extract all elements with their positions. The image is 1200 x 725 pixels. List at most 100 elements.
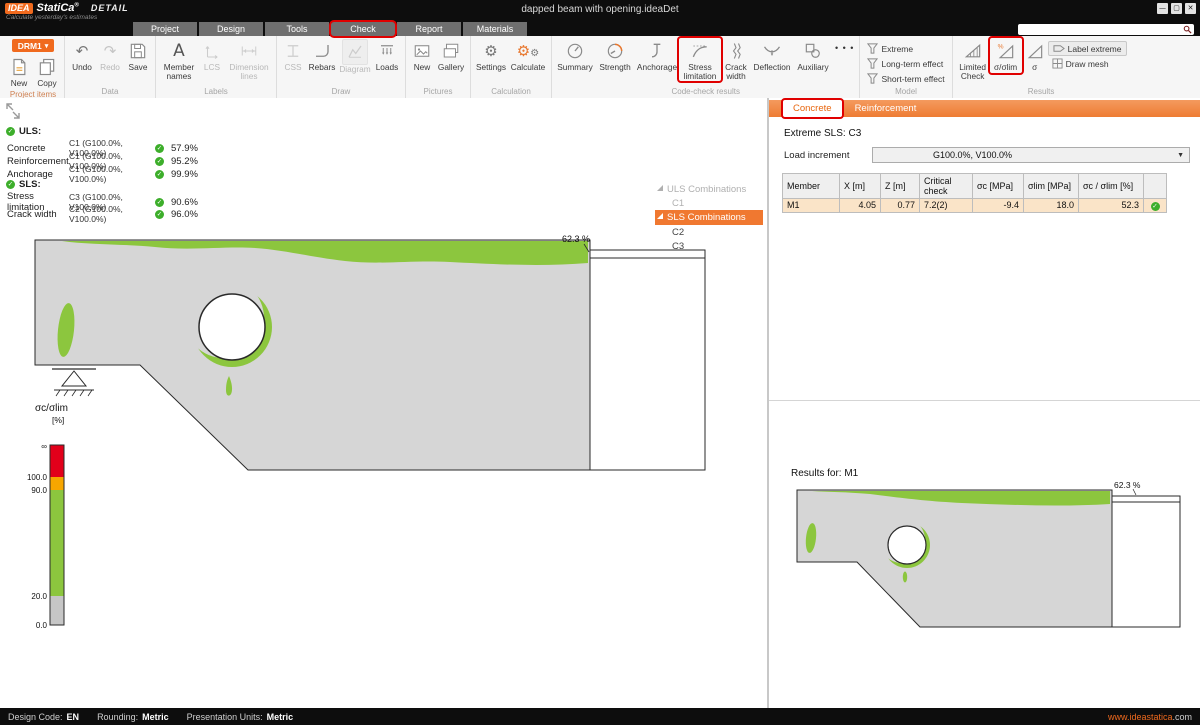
presentation-units-status: Presentation Units:Metric (187, 712, 294, 722)
model-canvas[interactable]: ULS: Concrete C1 (G100.0%, V100.0%) 57.9… (0, 98, 767, 708)
ribbon-group-data: ↶ Undo ↷ Redo Save Data (65, 36, 156, 98)
member-names-button[interactable]: A Member names (159, 38, 199, 81)
short-term-icon (867, 73, 878, 84)
tab-concrete[interactable]: Concrete (783, 100, 842, 117)
panel-divider[interactable] (769, 400, 1200, 401)
legend-title: σc/σlim (35, 403, 68, 414)
loads-icon (377, 42, 397, 60)
col-critical-check[interactable]: Critical check (920, 174, 973, 199)
tab-design[interactable]: Design (199, 22, 263, 36)
design-code-status: Design Code:EN (8, 712, 79, 722)
copy-project-item-button[interactable]: Copy (33, 54, 61, 89)
strength-button[interactable]: Strength (595, 38, 635, 73)
end-block (590, 250, 705, 470)
limited-check-button[interactable]: Limited Check (956, 38, 990, 81)
tab-project[interactable]: Project (133, 22, 197, 36)
search-icon[interactable] (1183, 25, 1192, 34)
search-box (1018, 24, 1194, 35)
beam-drawing[interactable]: 62.3 % σc/σlim [%] ∞ 100.0 90.0 20.0 0.0 (0, 98, 767, 708)
lcs-button[interactable]: LCS (199, 38, 225, 73)
ribbon-group-results: Limited Check % σ/σlim σ Label extreme D… (953, 36, 1130, 98)
expander-icon[interactable] (657, 185, 663, 191)
cell-ratio: 52.3 (1079, 199, 1144, 213)
group-label-results: Results (956, 86, 1127, 98)
new-project-item-button[interactable]: New (5, 54, 33, 89)
save-button[interactable]: Save (124, 38, 152, 73)
group-label-labels: Labels (159, 86, 273, 98)
extreme-filter-icon (867, 43, 878, 54)
col-sigma-lim[interactable]: σlim [MPa] (1024, 174, 1079, 199)
sigma-ratio-icon: % (996, 41, 1016, 61)
limited-check-icon (963, 41, 983, 61)
cell-sigma-lim: 18.0 (1024, 199, 1079, 213)
loads-button[interactable]: Loads (372, 38, 402, 73)
summary-button[interactable]: Summary (555, 38, 595, 73)
tab-check[interactable]: Check (331, 22, 395, 36)
copy-icon (37, 57, 57, 77)
css-button[interactable]: CSS (280, 38, 306, 73)
diagram-button[interactable]: Diagram (338, 38, 372, 75)
col-x[interactable]: X [m] (840, 174, 881, 199)
rebars-button[interactable]: Rebars (306, 38, 338, 73)
stress-limitation-icon (690, 41, 710, 61)
ribbon-group-labels: A Member names LCS Dimension lines Label… (156, 36, 277, 98)
title-bar: IDEA StatiCa® DETAIL Calculate yesterday… (0, 0, 1200, 22)
tree-item-uls-combinations[interactable]: ULS Combinations (655, 182, 763, 196)
undo-button[interactable]: ↶ Undo (68, 38, 96, 73)
settings-button[interactable]: ⚙ Settings (474, 38, 508, 73)
extreme-value-label-small: 62.3 % (1114, 480, 1141, 490)
expander-icon[interactable] (657, 213, 663, 219)
document-title: dapped beam with opening.ideaDet (0, 4, 1200, 15)
search-input[interactable] (1018, 25, 1183, 34)
tab-materials[interactable]: Materials (463, 22, 527, 36)
member-preview-drawing[interactable]: 62.3 % (769, 478, 1200, 634)
deflection-button[interactable]: Deflection (751, 38, 793, 73)
new-picture-button[interactable]: New (409, 38, 435, 73)
main-area: ULS: Concrete C1 (G100.0%, V100.0%) 57.9… (0, 98, 1200, 708)
maximize-icon[interactable]: ▢ (1171, 3, 1182, 14)
tab-reinforcement[interactable]: Reinforcement (845, 100, 927, 117)
stress-limitation-button[interactable]: Stress limitation (679, 38, 721, 81)
redo-button[interactable]: ↷ Redo (96, 38, 124, 73)
col-member[interactable]: Member (783, 174, 840, 199)
group-label-pictures: Pictures (409, 86, 467, 98)
website-link[interactable]: www.ideastatica.com (1108, 712, 1192, 722)
gallery-button[interactable]: Gallery (435, 38, 467, 73)
extreme-toggle[interactable]: Extreme (863, 41, 948, 56)
draw-mesh-toggle[interactable]: Draw mesh (1048, 56, 1127, 71)
tree-item-sls-combinations[interactable]: SLS Combinations (655, 210, 763, 225)
short-term-effect-toggle[interactable]: Short-term effect (863, 71, 948, 86)
tree-item-c1[interactable]: C1 (655, 196, 763, 210)
gear-icon: ⚙ (484, 44, 497, 59)
load-increment-select[interactable]: G100.0%, V100.0% ▼ (872, 147, 1190, 163)
cell-member: M1 (783, 199, 840, 213)
drm1-dropdown[interactable]: DRM1▾ (12, 39, 54, 52)
label-extreme-toggle[interactable]: Label extreme (1048, 41, 1127, 56)
ribbon-group-code-check: Summary Strength Anchorage Stress limita… (552, 36, 860, 98)
col-z[interactable]: Z [m] (881, 174, 920, 199)
load-increment-row: Load increment G100.0%, V100.0% ▼ (784, 147, 1190, 163)
auxiliary-button[interactable]: Auxiliary (793, 38, 833, 73)
table-row-m1[interactable]: M1 4.05 0.77 7.2(2) -9.4 18.0 52.3 (783, 199, 1167, 213)
tree-item-c3[interactable]: C3 (655, 239, 763, 253)
label-tag-icon (1053, 43, 1065, 54)
anchorage-button[interactable]: Anchorage (635, 38, 679, 73)
long-term-effect-toggle[interactable]: Long-term effect (863, 56, 948, 71)
calculate-button[interactable]: ⚙⚙ Calculate (508, 38, 548, 73)
crack-width-button[interactable]: Crack width (721, 38, 751, 81)
tab-report[interactable]: Report (397, 22, 461, 36)
minimize-icon[interactable]: — (1157, 3, 1168, 14)
overflow-button[interactable]: • • • (833, 43, 856, 53)
sigma-button[interactable]: σ (1022, 38, 1048, 73)
col-ratio[interactable]: σc / σlim [%] (1079, 174, 1144, 199)
ribbon-group-pictures: New Gallery Pictures (406, 36, 471, 98)
ribbon: DRM1▾ New Copy Project items ↶ (0, 36, 1200, 99)
close-icon[interactable]: ✕ (1185, 3, 1196, 14)
photo-icon (412, 42, 432, 60)
dimension-lines-button[interactable]: Dimension lines (225, 38, 273, 81)
tree-item-c2[interactable]: C2 (655, 225, 763, 239)
sigma-over-sigmalim-button[interactable]: % σ/σlim (990, 38, 1022, 73)
tab-tools[interactable]: Tools (265, 22, 329, 36)
col-sigma-c[interactable]: σc [MPa] (973, 174, 1024, 199)
ribbon-tab-bar: Project Design Tools Check Report Materi… (0, 22, 1200, 36)
